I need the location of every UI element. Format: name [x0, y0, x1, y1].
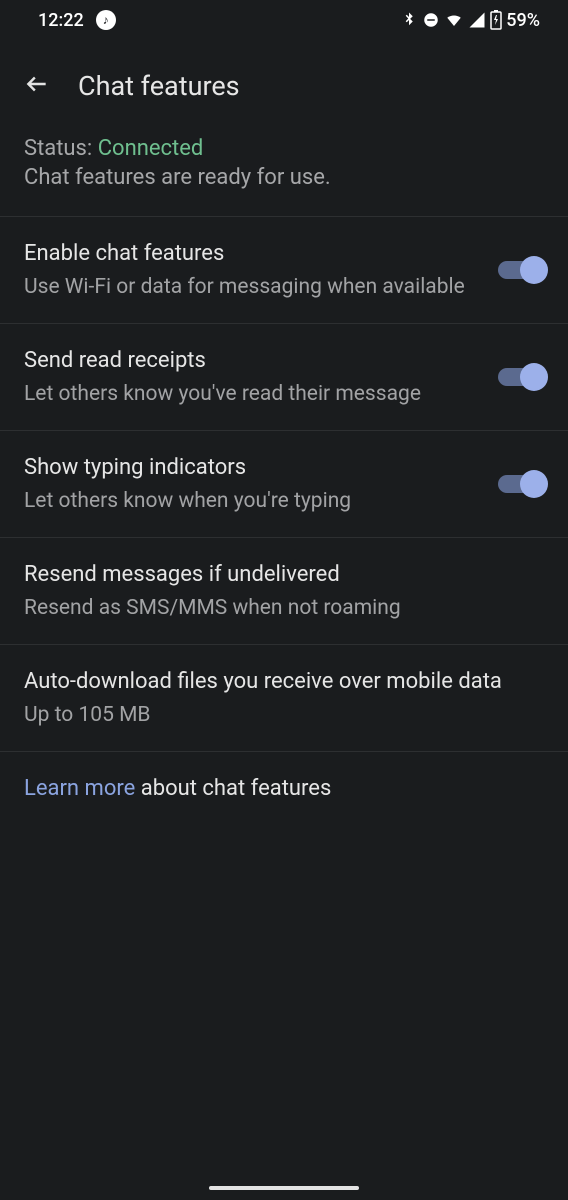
setting-desc: Up to 105 MB — [24, 701, 544, 729]
learn-more-section: Learn more about chat features — [0, 751, 568, 825]
setting-desc: Use Wi-Fi or data for messaging when ava… — [24, 273, 474, 301]
header: Chat features — [0, 40, 568, 126]
setting-desc: Let others know you've read their messag… — [24, 380, 474, 408]
toggle-switch[interactable] — [498, 368, 544, 386]
setting-enable-chat[interactable]: Enable chat features Use Wi-Fi or data f… — [0, 216, 568, 323]
setting-title: Show typing indicators — [24, 453, 474, 483]
dnd-icon — [422, 11, 440, 29]
setting-read-receipts[interactable]: Send read receipts Let others know you'v… — [0, 323, 568, 430]
setting-desc: Let others know when you're typing — [24, 487, 474, 515]
status-label: Status: — [24, 136, 98, 161]
setting-title: Enable chat features — [24, 239, 474, 269]
setting-auto-download[interactable]: Auto-download files you receive over mob… — [0, 644, 568, 751]
setting-title: Auto-download files you receive over mob… — [24, 667, 544, 697]
back-arrow-icon[interactable] — [24, 71, 50, 101]
wifi-icon — [444, 11, 464, 29]
status-bar: 12:22 ♪ 59% — [0, 0, 568, 40]
status-value: Connected — [98, 136, 204, 161]
setting-desc: Resend as SMS/MMS when not roaming — [24, 594, 544, 622]
battery-icon — [490, 10, 502, 30]
page-title: Chat features — [78, 70, 240, 102]
battery-percent: 59% — [506, 10, 540, 31]
status-time: 12:22 — [38, 10, 84, 31]
connection-status: Status: Connected Chat features are read… — [0, 126, 568, 216]
toggle-switch[interactable] — [498, 261, 544, 279]
music-icon: ♪ — [96, 10, 116, 30]
bluetooth-icon — [400, 11, 418, 29]
status-desc: Chat features are ready for use. — [24, 165, 544, 190]
learn-more-link[interactable]: Learn more — [24, 776, 135, 801]
toggle-switch[interactable] — [498, 475, 544, 493]
setting-title: Resend messages if undelivered — [24, 560, 544, 590]
setting-title: Send read receipts — [24, 346, 474, 376]
nav-bar-handle[interactable] — [209, 1186, 359, 1190]
setting-typing-indicators[interactable]: Show typing indicators Let others know w… — [0, 430, 568, 537]
learn-more-text: about chat features — [135, 776, 331, 801]
setting-resend-undelivered[interactable]: Resend messages if undelivered Resend as… — [0, 537, 568, 644]
signal-icon — [468, 11, 486, 29]
